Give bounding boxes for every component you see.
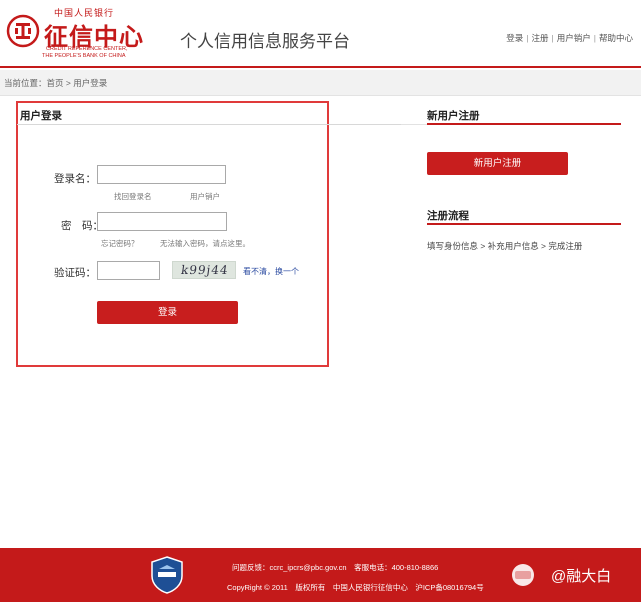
- flow-heading: 注册流程: [427, 210, 469, 222]
- breadcrumb-bar: 当前位置：首页 > 用户登录: [0, 70, 641, 96]
- captcha-image[interactable]: k99j44: [172, 261, 236, 279]
- bank-emblem-icon: [6, 14, 40, 48]
- login-panel-highlight: [16, 101, 329, 367]
- footer-copyright-line: CopyRight © 2011 版权所有 中国人民银行征信中心 沪ICP备08…: [227, 583, 484, 592]
- nav-separator: |: [551, 33, 554, 43]
- breadcrumb: 当前位置：首页 > 用户登录: [4, 78, 108, 88]
- nav-login-link[interactable]: 登录: [506, 33, 523, 43]
- new-user-heading: 新用户注册: [427, 110, 480, 122]
- top-nav: 登录 | 注册 | 用户销户 | 帮助中心: [506, 32, 633, 44]
- password-input[interactable]: [97, 212, 227, 231]
- nav-register-link[interactable]: 注册: [532, 33, 549, 43]
- username-label: 登录名：: [54, 173, 96, 185]
- nav-cancel-account-link[interactable]: 用户销户: [557, 33, 591, 43]
- platform-title: 个人信用信息服务平台: [180, 32, 350, 51]
- refresh-captcha-link[interactable]: 看不清，换一个: [243, 266, 299, 277]
- logo-english-line-1: CREDIT REFERENCE CENTER,: [46, 46, 128, 52]
- username-input[interactable]: [97, 165, 226, 184]
- nav-help-link[interactable]: 帮助中心: [599, 33, 633, 43]
- security-badge-icon[interactable]: [150, 556, 184, 594]
- nav-separator: |: [593, 33, 596, 43]
- page-header: 中国人民银行 征信中心 CREDIT REFERENCE CENTER, THE…: [0, 0, 641, 68]
- credit-center-logo[interactable]: 中国人民银行 征信中心 CREDIT REFERENCE CENTER, THE…: [6, 6, 156, 62]
- new-user-underline: [427, 123, 621, 125]
- cannot-input-password-link[interactable]: 无法输入密码，请点这里。: [160, 238, 250, 249]
- login-heading-divider: [17, 124, 401, 125]
- cancel-user-link[interactable]: 用户销户: [190, 191, 220, 202]
- forgot-password-link[interactable]: 忘记密码？: [101, 238, 139, 249]
- flow-underline: [427, 223, 621, 225]
- registration-flow-steps: 填写身份信息 > 补充用户信息 > 完成注册: [427, 241, 583, 251]
- captcha-label: 验证码：: [54, 267, 96, 279]
- captcha-image-text: k99j44: [180, 263, 230, 277]
- register-button[interactable]: 新用户注册: [427, 152, 568, 175]
- login-button[interactable]: 登录: [97, 301, 238, 324]
- find-username-link[interactable]: 找回登录名: [114, 191, 152, 202]
- footer-contact-line: 问题反馈：ccrc_ipcrs@pbc.gov.cn 客服电话：400-810-…: [232, 563, 439, 572]
- captcha-input[interactable]: [97, 261, 160, 280]
- watermark-text: @融大白: [551, 568, 612, 585]
- logo-english-line-2: THE PEOPLE'S BANK OF CHINA: [42, 53, 126, 59]
- login-heading: 用户登录: [20, 110, 62, 122]
- nav-separator: |: [526, 33, 529, 43]
